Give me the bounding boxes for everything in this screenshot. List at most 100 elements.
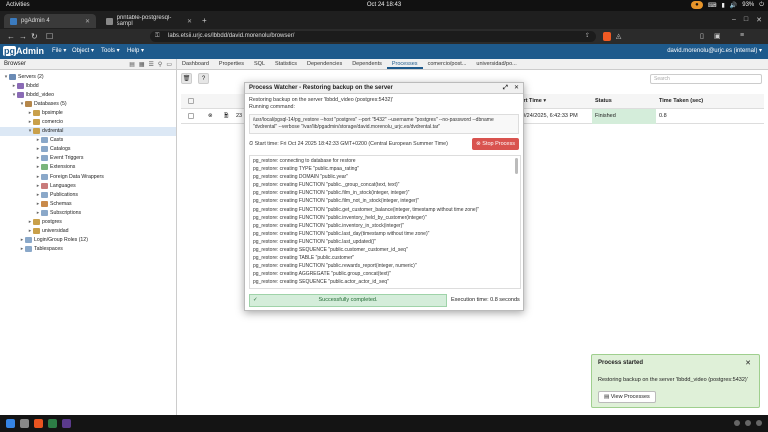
properties-icon[interactable]: ☰ [149,61,154,68]
tree-node[interactable]: ▸ Casts [0,136,176,145]
brave-icon[interactable] [34,419,43,428]
terminal-app-icon[interactable] [48,419,57,428]
system-tray[interactable]: ● ⌨ ▮ 🔊 93% ⏻ [691,1,764,9]
user-menu[interactable]: david.morenolu@urjc.es (internal) ▾ [667,47,762,54]
tree-node[interactable]: ▸ Foreign Data Wrappers [0,172,176,181]
tree-node[interactable]: ▸ postgres [0,218,176,227]
forward-icon[interactable]: → [19,32,27,41]
close-window-icon[interactable]: ✕ [756,16,762,24]
tree-node[interactable]: ▸ Languages [0,181,176,190]
row-checkbox[interactable] [185,109,194,126]
tree-node[interactable]: ▾ lbbdd_video [0,90,176,99]
battery-level[interactable]: 93% [742,2,754,8]
content-tab[interactable]: Dependents [347,59,387,69]
tree-node[interactable]: ▸ lbbdd [0,81,176,90]
menu-tools[interactable]: Tools ▾ [101,47,120,54]
tree-node[interactable]: ▾ dvdrental [0,126,176,136]
process-watcher-dialog: Process Watcher - Restoring backup on th… [244,82,524,311]
site-info-icon[interactable]: ⚿ [155,31,160,42]
tree-node-icon [25,246,32,253]
help-icon[interactable]: ? [198,73,209,84]
content-tab[interactable]: comercio/post... [423,59,472,69]
extension-icon[interactable]: ◬ [616,32,621,40]
tree-node[interactable]: ▸ Event Triggers [0,154,176,163]
content-tab[interactable]: Properties [214,59,249,69]
menu-file[interactable]: File ▾ [52,47,66,54]
process-log[interactable]: pg_restore: connecting to database for r… [249,155,521,289]
tray-dot-icon[interactable] [756,420,762,426]
stop-process-icon[interactable]: ⊗ [205,109,213,124]
close-toast-icon[interactable]: ✕ [745,359,751,367]
tree-node[interactable]: ▸ universidad [0,227,176,236]
menu-object[interactable]: Object ▾ [72,47,94,54]
tree-node-icon [41,137,48,144]
query-tool-icon[interactable]: ⚲ [158,61,162,68]
files-icon[interactable] [20,419,29,428]
tree-node[interactable]: ▸ bpsimple [0,108,176,117]
command-text: /usr/local/pgsql-14/pg_restore --host "p… [249,114,519,134]
process-started-toast: Process started ✕ Restoring backup on th… [591,354,760,408]
tray-dot-icon[interactable] [734,420,740,426]
minimize-icon[interactable]: – [732,16,736,24]
brave-shield-icon[interactable] [603,32,611,41]
network-icon[interactable]: ▮ [721,2,724,9]
browser-menu-icon[interactable]: ≡ [740,32,744,39]
tree-node[interactable]: ▾ Servers (2) [0,72,176,81]
view-processes-button[interactable]: ▤ View Processes [598,391,656,403]
close-tab-icon[interactable]: ✕ [187,18,192,25]
log-scrollbar[interactable] [515,158,518,174]
content-tab[interactable]: Statistics [270,59,302,69]
browser-tab-pgadmin[interactable]: pgAdmin 4 ✕ [4,14,96,28]
column-status[interactable]: Status [592,94,612,109]
tree-node[interactable]: ▸ Schemas [0,199,176,208]
log-line: pg_restore: creating FUNCTION "public.la… [253,230,430,237]
menu-help[interactable]: Help ▾ [127,47,144,54]
tray-dot-icon[interactable] [745,420,751,426]
close-dialog-icon[interactable]: ✕ [514,83,519,94]
volume-icon[interactable]: 🔊 [730,2,737,9]
content-tab[interactable]: universidad/po... [471,59,521,69]
new-tab-icon[interactable]: + [202,16,207,25]
tree-node[interactable]: ▸ Catalogs [0,145,176,154]
column-time-taken[interactable]: Time Taken (sec) [656,94,703,109]
content-tab[interactable]: Dashboard [177,59,214,69]
wallet-icon[interactable]: ▣ [714,32,721,40]
stop-process-button[interactable]: ⊗ Stop Process [472,138,519,150]
table-icon[interactable]: ▦ [139,61,145,68]
terminal-icon[interactable]: ▭ [166,61,172,68]
tree-node[interactable]: ▾ Databases (5) [0,99,176,108]
tree-node-icon [9,73,16,80]
content-tab[interactable]: Processes [386,59,423,69]
keyboard-icon[interactable]: ⌨ [708,2,717,9]
tree-node[interactable]: ▸ Subscriptions [0,208,176,217]
system-clock[interactable]: Oct 24 18:43 [0,2,768,8]
reload-icon[interactable]: ↻ [31,32,38,41]
content-tab[interactable]: SQL [249,59,270,69]
back-icon[interactable]: ← [7,32,15,41]
content-tab[interactable]: Dependencies [302,59,347,69]
processes-search-input[interactable]: Search [650,74,762,84]
url-bar[interactable]: ⚿ labs.etsii.urjc.es/lbbdd/david.morenol… [150,31,596,42]
power-icon[interactable]: ⏻ [759,2,764,9]
maximize-icon[interactable]: □ [744,16,748,24]
restore-description: Restoring backup on the server 'lbbdd_vi… [249,97,394,103]
close-tab-icon[interactable]: ✕ [85,18,90,25]
apps-icon[interactable] [6,419,15,428]
expand-icon[interactable]: ⤢ [503,83,508,94]
tray-indicator-icon[interactable]: ● [691,1,703,9]
process-time-taken: 0.8 [659,113,667,119]
browser-tab-sample[interactable]: printable-postgresql-sampl ✕ [100,14,198,28]
sidebar-icon[interactable]: ▯ [700,32,704,40]
bookmark-icon[interactable]: ☐ [46,32,53,41]
tree-node[interactable]: ▸ Publications [0,190,176,199]
database-icon[interactable]: ▤ [129,61,135,68]
view-details-icon[interactable]: 🗎 [221,109,228,124]
tree-node[interactable]: ▸ Tablespaces [0,245,176,254]
log-line: pg_restore: creating FUNCTION "public._g… [253,182,400,189]
share-icon[interactable]: ⇪ [585,31,590,42]
delete-icon[interactable]: 🗑 [181,73,192,84]
tree-node[interactable]: ▸ Login/Group Roles (12) [0,236,176,245]
tree-node[interactable]: ▸ Extensions [0,163,176,172]
tree-node[interactable]: ▸ comercio [0,117,176,126]
editor-icon[interactable] [62,419,71,428]
